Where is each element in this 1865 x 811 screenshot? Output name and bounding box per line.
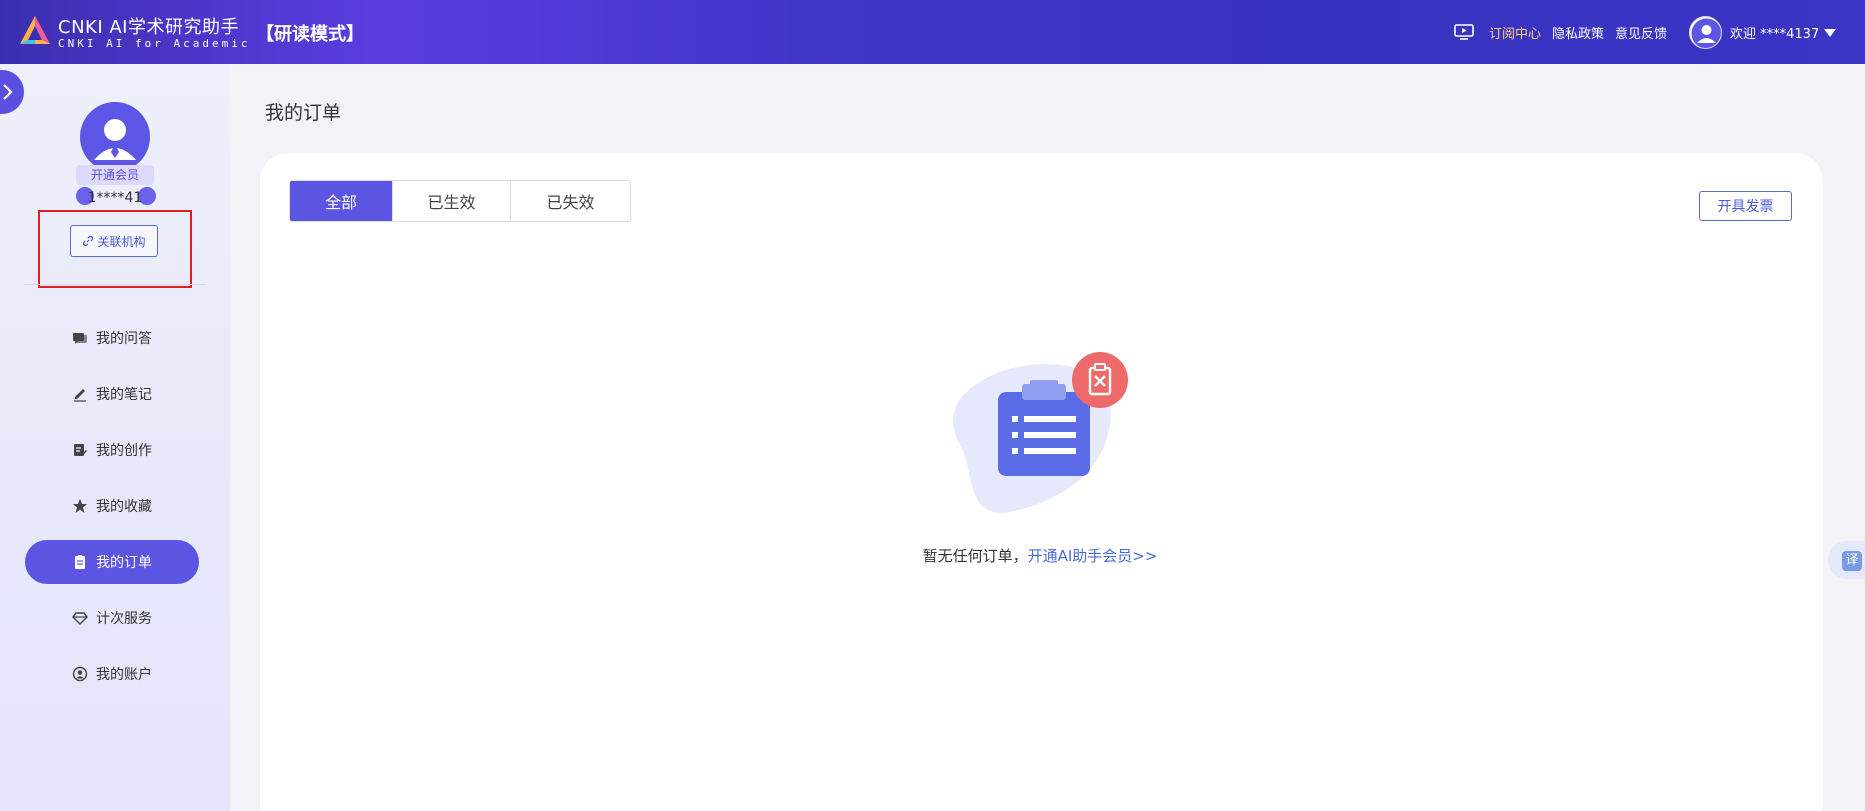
user-avatar-icon <box>1691 18 1721 48</box>
sidebar-item-label: 我的问答 <box>96 331 152 347</box>
open-membership-link[interactable]: 开通AI助手会员>> <box>1028 547 1158 565</box>
sidebar-avatar[interactable] <box>80 102 150 172</box>
video-tv-icon[interactable] <box>1454 24 1474 40</box>
reading-mode-label[interactable]: 【研读模式】 <box>256 20 364 46</box>
feedback-link[interactable]: 意见反馈 <box>1615 0 1667 64</box>
empty-orders-message: 暂无任何订单，开通AI助手会员>> <box>0 545 1865 566</box>
cnki-logo-icon[interactable] <box>18 14 52 48</box>
sidebar-item-label: 我的创作 <box>96 443 152 459</box>
page-title: 我的订单 <box>265 102 342 124</box>
welcome-user[interactable]: 欢迎 ****4137 <box>1730 0 1819 64</box>
sidebar-divider <box>24 284 206 285</box>
sidebar-item-my-notes[interactable]: 我的笔记 <box>25 372 199 416</box>
sidebar-item-label: 我的笔记 <box>96 387 152 403</box>
sidebar-item-my-account[interactable]: 我的账户 <box>25 652 199 696</box>
subscription-center-link[interactable]: 订阅中心 <box>1489 0 1541 64</box>
brand-subtitle: CNKI AI for Academic <box>58 37 251 50</box>
chevron-down-icon[interactable] <box>1824 29 1836 37</box>
sidebar-item-my-favorites[interactable]: 我的收藏 <box>25 484 199 528</box>
sidebar-item-metered-service[interactable]: 计次服务 <box>25 596 199 640</box>
sidebar-item-label: 计次服务 <box>96 611 152 627</box>
sidebar: 开通会员 1****41 关联机构 我的问答 我的笔记 我的创作 我的收藏 我的… <box>0 64 230 811</box>
user-avatar-icon <box>94 119 136 160</box>
diamond-icon <box>72 612 88 625</box>
tab-effective[interactable]: 已生效 <box>393 181 511 221</box>
sidebar-item-my-qa[interactable]: 我的问答 <box>25 316 199 360</box>
user-circle-icon <box>72 666 88 682</box>
tab-all[interactable]: 全部 <box>290 181 393 221</box>
translate-side-tab[interactable]: 译 <box>1828 541 1865 579</box>
chevron-right-icon <box>3 84 13 100</box>
sidebar-item-my-creations[interactable]: 我的创作 <box>25 428 199 472</box>
link-organization-button[interactable]: 关联机构 <box>70 225 158 257</box>
link-organization-label: 关联机构 <box>97 234 146 249</box>
privacy-policy-link[interactable]: 隐私政策 <box>1552 0 1604 64</box>
tab-expired[interactable]: 已失效 <box>511 181 630 221</box>
sidebar-item-label: 我的收藏 <box>96 499 152 515</box>
star-icon <box>73 499 87 513</box>
sidebar-item-label: 我的账户 <box>96 667 152 683</box>
brand-title: CNKI AI学术研究助手 <box>58 17 239 38</box>
issue-invoice-button[interactable]: 开具发票 <box>1699 191 1792 221</box>
empty-orders-text: 暂无任何订单， <box>922 547 1028 565</box>
order-status-tabs: 全部 已生效 已失效 <box>289 180 631 222</box>
link-icon <box>83 235 94 247</box>
edit-doc-icon <box>74 444 87 456</box>
chat-icon <box>73 333 87 344</box>
pen-icon <box>74 389 86 402</box>
translate-icon: 译 <box>1842 551 1862 571</box>
header-avatar[interactable] <box>1689 16 1722 49</box>
sidebar-toggle-button[interactable] <box>0 70 24 114</box>
top-header: CNKI AI学术研究助手 CNKI AI for Academic 【研读模式… <box>0 0 1865 64</box>
empty-orders-illustration <box>953 352 1128 513</box>
user-id-text: 1****41 <box>87 190 143 206</box>
open-membership-badge[interactable]: 开通会员 <box>76 165 154 185</box>
